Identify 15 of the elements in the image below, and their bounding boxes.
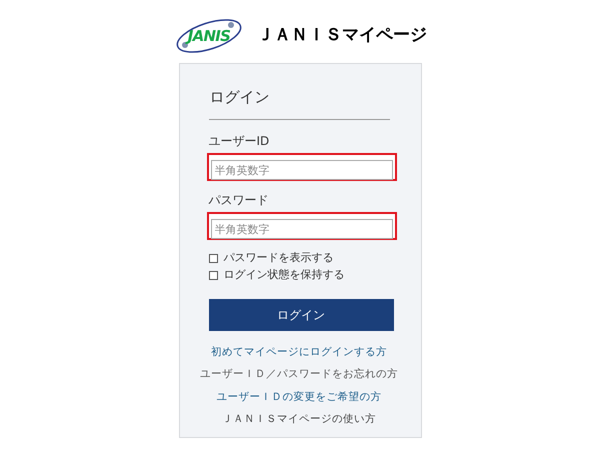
checkbox-label: パスワードを表示する: [224, 250, 334, 266]
help-link[interactable]: ＪＡＮＩＳマイページの使い方: [222, 411, 376, 428]
field-label: パスワード: [208, 192, 270, 208]
checkbox-label: ログイン状態を保持する: [224, 266, 344, 283]
help-link[interactable]: 初めてマイページにログインする方: [211, 344, 387, 361]
site-title: ＪＡＮＩＳマイページ: [257, 24, 427, 48]
help-link[interactable]: ユーザーＩＤ／パスワードをお忘れの方: [200, 366, 398, 384]
checkbox[interactable]: [208, 254, 218, 262]
login-button[interactable]: ログイン: [208, 298, 394, 330]
field-label: ユーザーID: [208, 132, 270, 150]
help-link[interactable]: ユーザーＩＤの変更をご希望の方: [216, 388, 382, 406]
input-field[interactable]: 半角英数字: [206, 152, 396, 180]
login-heading: ログイン: [210, 87, 270, 108]
input-field[interactable]: 半角英数字: [206, 212, 396, 240]
checkbox[interactable]: [208, 270, 218, 280]
